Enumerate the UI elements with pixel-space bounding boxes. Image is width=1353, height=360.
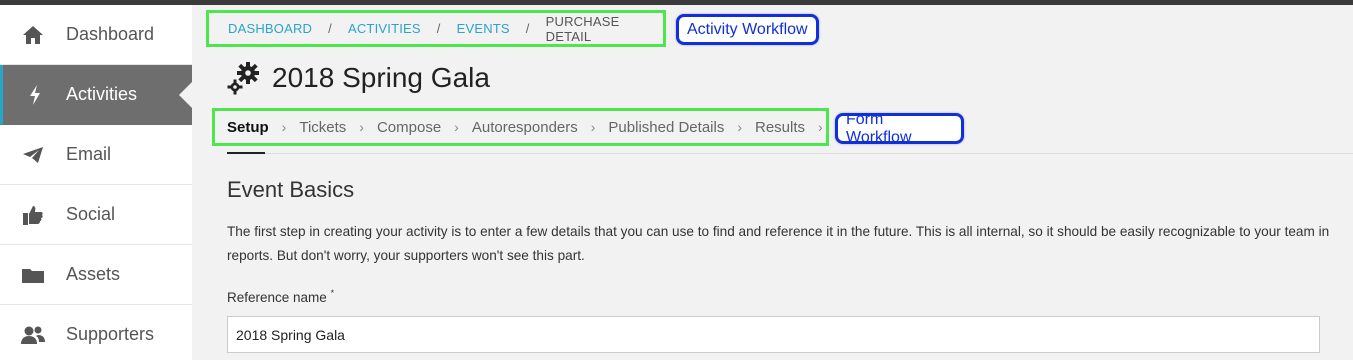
breadcrumb-separator: / — [328, 21, 332, 36]
reference-name-label-text: Reference name — [227, 290, 327, 305]
chevron-right-icon: › — [590, 119, 596, 135]
active-tab-indicator — [227, 152, 265, 154]
tab-autoresponders[interactable]: Autoresponders — [472, 119, 578, 136]
gears-icon — [226, 60, 262, 96]
required-marker: * — [330, 288, 335, 298]
main-content: DASHBOARD / ACTIVITIES / EVENTS / PURCHA… — [192, 5, 1353, 360]
tab-compose[interactable]: Compose — [377, 119, 441, 136]
sidebar-item-label: Activities — [66, 84, 138, 104]
section-description: The first step in creating your activity… — [227, 220, 1353, 268]
breadcrumb-dashboard[interactable]: DASHBOARD — [228, 21, 312, 36]
breadcrumb-current: PURCHASE DETAIL — [545, 13, 620, 44]
folder-icon — [0, 266, 66, 284]
chevron-right-icon: › — [281, 119, 287, 135]
breadcrumb-activities[interactable]: ACTIVITIES — [348, 21, 421, 36]
activity-workflow-annotation: Activity Workflow — [676, 14, 819, 45]
description-line-2: reports. But don't worry, your supporter… — [227, 248, 585, 263]
tab-tickets[interactable]: Tickets — [299, 119, 346, 136]
page-title: 2018 Spring Gala — [272, 62, 490, 93]
tab-published-details[interactable]: Published Details — [608, 119, 724, 136]
form-tabs: Setup › Tickets › Compose › Autoresponde… — [212, 108, 829, 146]
sidebar-item-label: Supporters — [66, 324, 155, 344]
thumbs-up-icon — [0, 204, 66, 226]
sidebar-item-supporters[interactable]: Supporters — [0, 305, 192, 360]
sidebar-item-label: Assets — [66, 264, 121, 284]
chevron-right-icon: › — [737, 119, 742, 135]
sidebar-item-social[interactable]: Social — [0, 185, 192, 245]
sidebar-item-activities[interactable]: Activities — [0, 65, 193, 125]
chevron-right-icon: › — [454, 119, 459, 135]
chevron-right-icon: › — [359, 119, 364, 135]
description-line-1: The first step in creating your activity… — [227, 224, 1330, 239]
chevron-right-icon: › — [818, 119, 823, 135]
users-icon — [0, 325, 66, 345]
sidebar: Dashboard Activities Email Social Assets… — [0, 5, 193, 360]
breadcrumb-separator: / — [525, 21, 530, 36]
home-icon — [0, 25, 66, 45]
breadcrumb-separator: / — [436, 21, 441, 36]
section-title: Event Basics — [227, 177, 355, 202]
page-header: 2018 Spring Gala — [226, 60, 490, 96]
reference-name-input[interactable] — [227, 316, 1320, 353]
tabs-divider — [227, 153, 1353, 154]
reference-name-label: Reference name * — [227, 288, 335, 305]
tab-setup[interactable]: Setup — [227, 119, 269, 136]
paper-plane-icon — [0, 146, 66, 164]
sidebar-item-assets[interactable]: Assets — [0, 245, 192, 305]
breadcrumb-events[interactable]: EVENTS — [457, 21, 510, 36]
breadcrumb: DASHBOARD / ACTIVITIES / EVENTS / PURCHA… — [206, 10, 666, 47]
sidebar-item-label: Social — [66, 204, 116, 224]
sidebar-item-label: Email — [66, 144, 112, 164]
tab-results[interactable]: Results — [755, 119, 805, 136]
bolt-icon — [3, 84, 66, 105]
form-workflow-annotation: Form Workflow — [835, 111, 964, 146]
sidebar-item-dashboard[interactable]: Dashboard — [0, 5, 192, 65]
sidebar-item-label: Dashboard — [66, 24, 155, 44]
sidebar-item-email[interactable]: Email — [0, 125, 192, 185]
